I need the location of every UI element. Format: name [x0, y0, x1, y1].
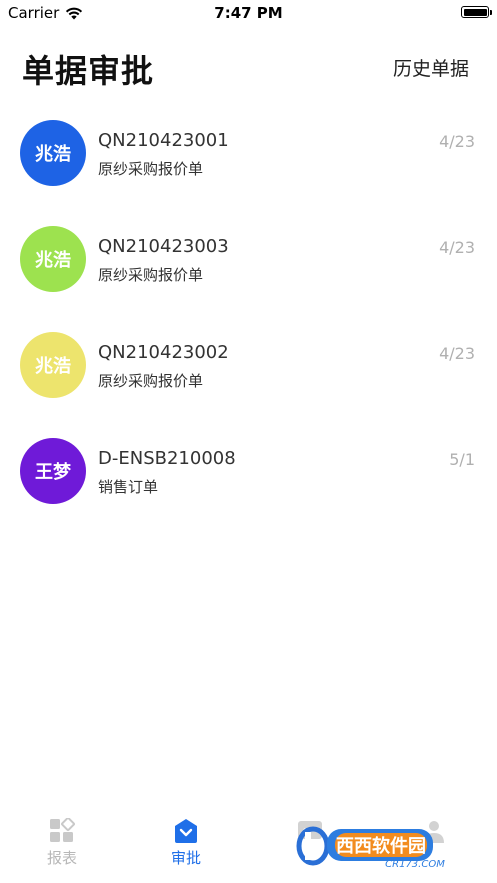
header: 单据审批 历史单据 [0, 44, 497, 92]
document-type: 原纱采购报价单 [98, 266, 204, 284]
document-date: 4/23 [439, 344, 475, 363]
document-date: 4/23 [439, 238, 475, 257]
screen: Carrier 7:47 PM 单据审批 历史单据 兆浩 QN210423001… [0, 0, 497, 883]
list-item[interactable]: 兆浩 QN210423001 原纱采购报价单 4/23 [0, 120, 497, 226]
document-number: QN210423003 [98, 236, 229, 257]
avatar: 兆浩 [20, 332, 86, 398]
watermark-graphic: 西西软件园 CR173.COM [296, 826, 445, 870]
document-number: D-ENSB210008 [98, 448, 236, 469]
tab-label: 审批 [170, 849, 201, 867]
watermark-logo: 西西软件园 CR173.COM [295, 823, 485, 870]
list-item[interactable]: 兆浩 QN210423002 原纱采购报价单 4/23 [0, 332, 497, 438]
tab-approval[interactable]: 审批 [124, 811, 248, 883]
status-time: 7:47 PM [214, 4, 283, 22]
list-item[interactable]: 王梦 D-ENSB210008 销售订单 5/1 [0, 438, 497, 544]
tab-label: 报表 [46, 849, 77, 867]
tab-reports[interactable]: 报表 [0, 811, 124, 883]
watermark-title: 西西软件园 [336, 835, 426, 857]
document-number: QN210423002 [98, 342, 229, 363]
watermark-site: CR173.COM [385, 859, 445, 869]
document-type: 原纱采购报价单 [98, 372, 204, 390]
document-date: 5/1 [449, 450, 475, 469]
approval-icon [172, 817, 200, 845]
document-type: 销售订单 [98, 478, 159, 496]
list-item[interactable]: 兆浩 QN210423003 原纱采购报价单 4/23 [0, 226, 497, 332]
avatar: 兆浩 [20, 226, 86, 292]
document-type: 原纱采购报价单 [98, 160, 204, 178]
avatar: 兆浩 [20, 120, 86, 186]
grid-icon [48, 817, 76, 845]
status-bar: Carrier 7:47 PM [0, 0, 497, 26]
history-documents-button[interactable]: 历史单据 [393, 54, 469, 81]
approval-list: 兆浩 QN210423001 原纱采购报价单 4/23 兆浩 QN2104230… [0, 120, 497, 544]
document-date: 4/23 [439, 132, 475, 151]
page-title: 单据审批 [22, 52, 155, 90]
document-number: QN210423001 [98, 130, 229, 151]
battery-icon [461, 6, 492, 18]
tab-bar: 报表 审批 西西软件园 CR173.COM [0, 811, 497, 883]
battery-fill [463, 8, 487, 16]
avatar: 王梦 [20, 438, 86, 504]
